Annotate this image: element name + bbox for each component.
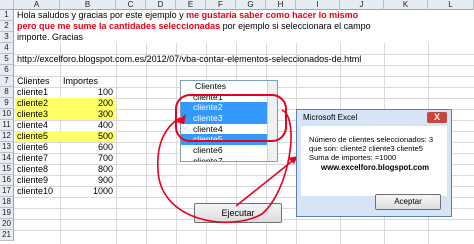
close-icon[interactable]: X bbox=[427, 112, 447, 123]
annotation-loop-arrow bbox=[157, 109, 292, 224]
aceptar-button[interactable]: Aceptar bbox=[375, 194, 441, 210]
blog-url: www.excelforo.blogspot.com bbox=[321, 163, 430, 172]
dialog-line: que son: cliente2 cliente3 cliente5 bbox=[309, 144, 423, 153]
dialog-body: Número de clientes seleccionados: 3 que … bbox=[301, 126, 447, 196]
dialog-line: Número de clientes seleccionados: 3 bbox=[309, 135, 434, 144]
dialog-line: Suma de importes: =1000 bbox=[309, 153, 397, 162]
annotation-arrow-to-dialog bbox=[235, 157, 297, 207]
selection-annotation-oval bbox=[175, 94, 287, 142]
message-dialog[interactable]: Microsoft Excel X Número de clientes sel… bbox=[296, 109, 452, 217]
